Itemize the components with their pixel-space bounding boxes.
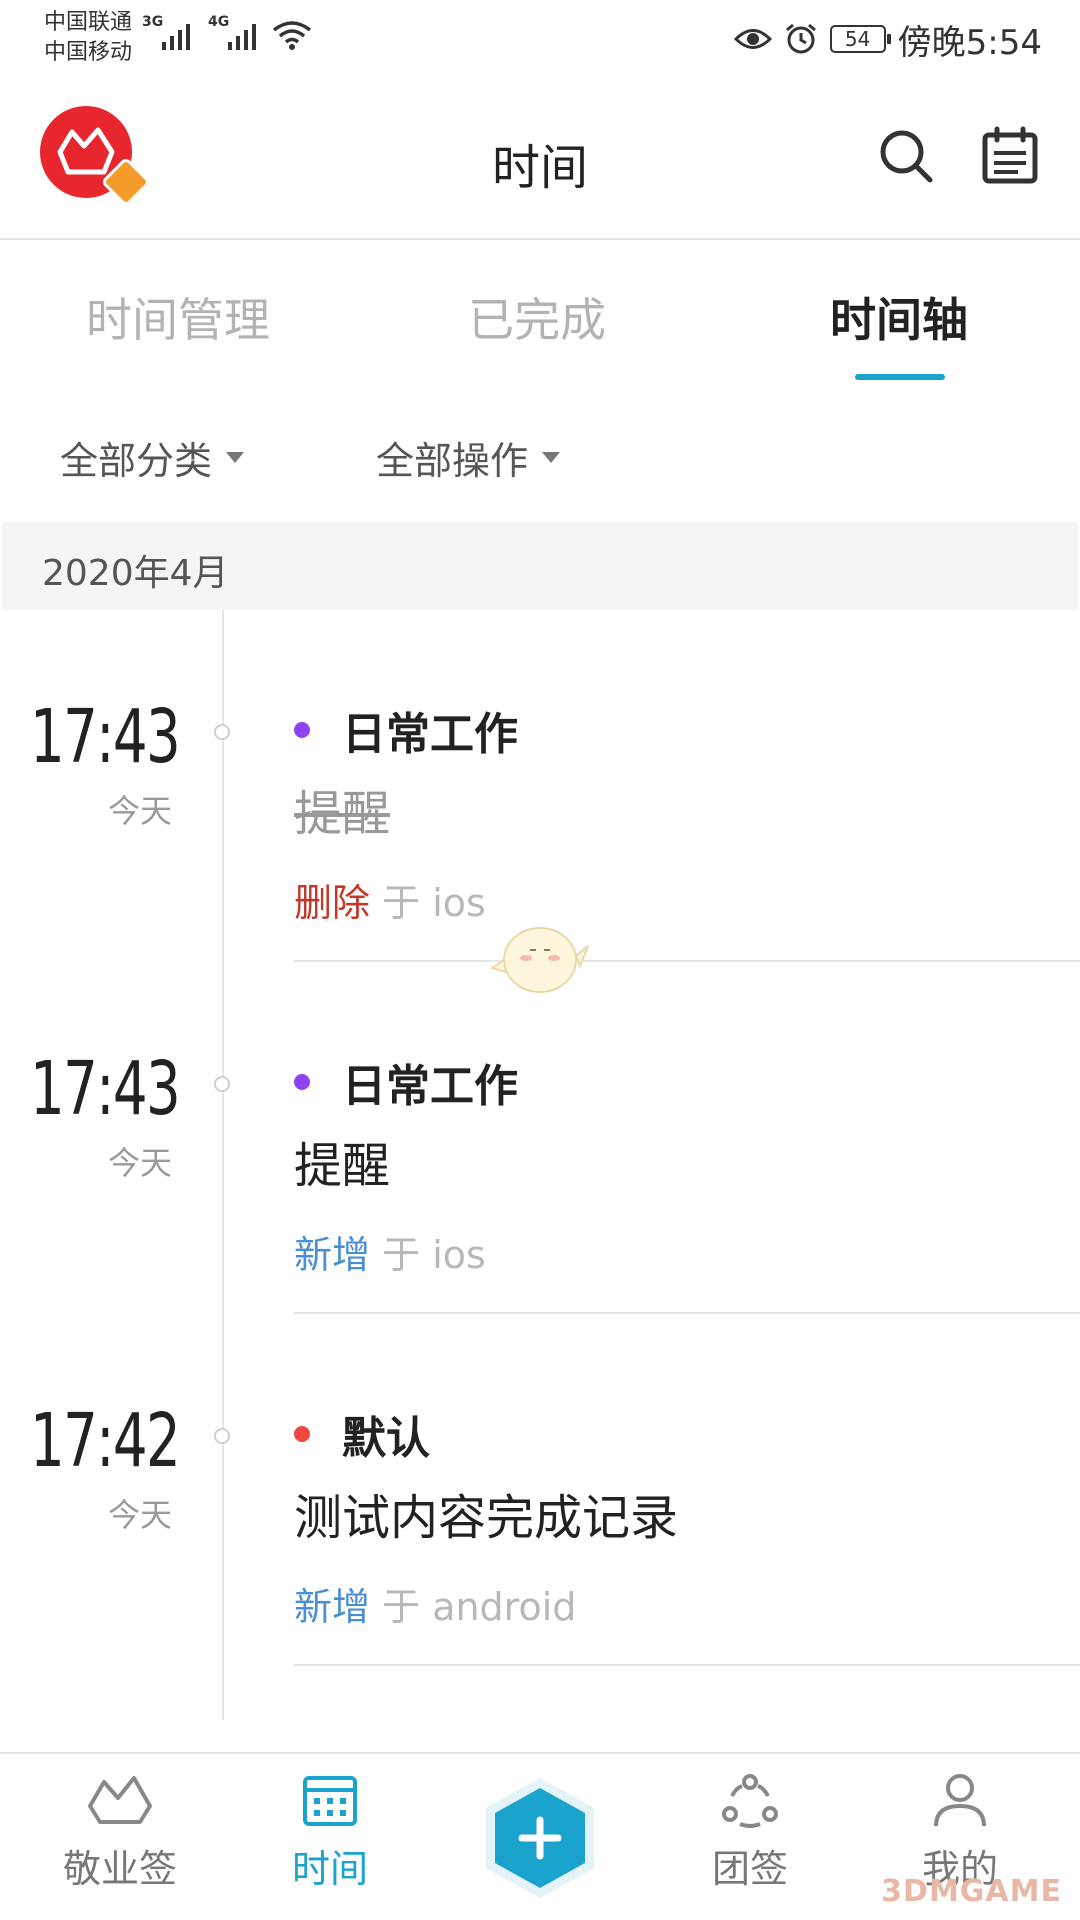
alarm-icon <box>785 23 816 54</box>
battery-indicator: 54 <box>829 25 891 53</box>
calendar-icon[interactable] <box>980 126 1040 186</box>
entry-meta: 新增 于 ios <box>294 1224 486 1279</box>
category-label: 日常工作 <box>342 1061 518 1112</box>
category-color-dot <box>294 1426 310 1442</box>
entry-category: 日常工作 <box>294 698 518 762</box>
caret-down-icon <box>542 452 561 463</box>
carrier-info: 中国联通 中国移动 <box>44 8 132 68</box>
entry-time: 17:43 <box>30 1046 181 1132</box>
carrier-1: 中国联通 <box>44 10 133 35</box>
tab-completed[interactable]: 已完成 <box>468 284 606 350</box>
entry-time: 17:43 <box>30 694 181 780</box>
wifi-icon <box>272 21 312 50</box>
month-label: 2020年4月 <box>42 553 229 594</box>
nav-item-time[interactable]: 时间 <box>250 1772 410 1893</box>
nav-label: 团签 <box>711 1847 788 1891</box>
entry-meta: 删除 于 ios <box>294 872 486 927</box>
tab-timeline[interactable]: 时间轴 <box>830 284 968 350</box>
nav-item-team[interactable]: 团签 <box>670 1772 830 1893</box>
nav-label: 时间 <box>291 1847 368 1891</box>
status-right: 54 傍晚5:54 <box>733 14 1042 64</box>
timeline-node <box>214 724 230 740</box>
caret-down-icon <box>226 452 245 463</box>
category-color-dot <box>294 1074 310 1090</box>
entry-time: 17:42 <box>30 1398 181 1484</box>
signal-icon <box>228 24 256 50</box>
status-time: 傍晚5:54 <box>897 22 1042 63</box>
filter-bar: 全部分类 全部操作 <box>0 390 1080 520</box>
entry-day: 今天 <box>108 792 173 830</box>
timeline-node <box>214 1076 230 1092</box>
timeline-entry[interactable]: 17:43 今天 日常工作 提醒 新增 于 ios <box>0 962 1080 1314</box>
entry-content: 提醒 <box>294 1138 391 1194</box>
timeline-entry[interactable]: 17:42 今天 默认 测试内容完成记录 新增 于 android <box>0 1314 1080 1666</box>
nav-label: 敬业签 <box>62 1847 177 1891</box>
entry-source: 于 android <box>382 1585 577 1629</box>
signal-icon <box>162 24 190 50</box>
action-filter-label: 全部操作 <box>376 439 529 483</box>
add-button[interactable] <box>478 1776 602 1900</box>
category-filter-dropdown[interactable]: 全部分类 <box>60 430 245 485</box>
entry-meta: 新增 于 android <box>294 1576 576 1631</box>
entry-action: 新增 <box>294 1585 371 1629</box>
entry-category: 日常工作 <box>294 1050 518 1114</box>
entry-day: 今天 <box>108 1144 173 1182</box>
eye-icon <box>733 29 772 49</box>
entry-source: 于 ios <box>382 1233 486 1277</box>
entry-action: 新增 <box>294 1233 371 1277</box>
search-icon[interactable] <box>876 126 936 186</box>
mascot-watermark-icon <box>490 927 589 993</box>
category-color-dot <box>294 722 310 738</box>
group-icon <box>722 1774 778 1828</box>
tab-bar: 时间管理 已完成 时间轴 <box>0 240 1080 390</box>
carrier-2: 中国移动 <box>44 40 133 65</box>
category-filter-label: 全部分类 <box>60 439 213 483</box>
status-bar: 中国联通 中国移动 3G 4G 54 傍晚5:54 <box>0 0 1080 78</box>
boat-icon <box>88 1776 152 1824</box>
entry-category: 默认 <box>294 1402 430 1466</box>
app-header: 时间 <box>0 78 1080 240</box>
entry-day: 今天 <box>108 1496 173 1534</box>
entry-content: 提醒 <box>294 786 391 842</box>
entry-content: 测试内容完成记录 <box>294 1490 679 1546</box>
timeline-node <box>214 1428 230 1444</box>
site-watermark: 3DMGAME <box>881 1874 1062 1909</box>
calendar-icon <box>303 1776 357 1826</box>
active-tab-indicator <box>855 374 945 380</box>
action-filter-dropdown[interactable]: 全部操作 <box>376 430 561 485</box>
category-label: 默认 <box>342 1413 430 1464</box>
entry-source: 于 ios <box>382 881 486 925</box>
entry-divider <box>294 1664 1080 1666</box>
nav-item-jingyeqian[interactable]: 敬业签 <box>40 1772 200 1893</box>
bottom-navigation: 敬业签 时间 团签 我的 3DMGAME <box>0 1752 1080 1920</box>
tab-time-management[interactable]: 时间管理 <box>86 284 270 350</box>
entry-action: 删除 <box>294 881 371 925</box>
person-icon <box>934 1774 986 1827</box>
month-header: 2020年4月 <box>2 522 1078 610</box>
category-label: 日常工作 <box>342 709 518 760</box>
